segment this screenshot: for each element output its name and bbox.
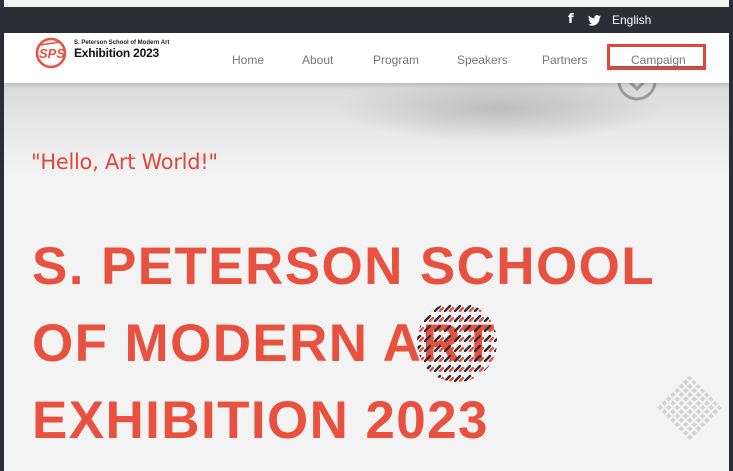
headline-line-1: S. PETERSON SCHOOL [32,237,656,296]
nav-speakers[interactable]: Speakers [457,53,508,67]
background-dial-icon [617,83,657,101]
campaign-underline [610,66,703,67]
headline-line-3: EXHIBITION 2023 [32,391,489,450]
logo[interactable]: SPS [35,36,71,75]
nav-campaign[interactable]: Campaign [631,53,686,67]
twitter-icon[interactable] [588,13,601,31]
nav-about[interactable]: About [302,53,333,67]
headline-line-2: OF MODERN ART [32,314,496,373]
facebook-icon[interactable]: f [568,12,574,27]
nav-partners[interactable]: Partners [542,53,587,67]
language-selector[interactable]: English [612,13,651,27]
nav-program[interactable]: Program [373,53,419,67]
top-bar: f English [4,7,729,33]
logo-title: Exhibition 2023 [74,46,160,60]
hero-section: "Hello, Art World!" S. PETERSON SCHOOL O… [4,83,729,471]
logo-mark-icon: SPS [35,37,67,69]
decorative-diamond-grid [656,375,722,441]
main-navbar: SPS S. Peterson School of Modern Art Exh… [4,33,729,83]
hero-tagline: "Hello, Art World!" [31,150,218,174]
decorative-dash-pattern [417,302,497,382]
window-frame-right [729,0,733,471]
hero-headline: S. PETERSON SCHOOL OF MODERN ART EXHIBIT… [32,228,655,459]
logo-mark-text: SPS [39,46,65,61]
nav-home[interactable]: Home [232,53,264,67]
